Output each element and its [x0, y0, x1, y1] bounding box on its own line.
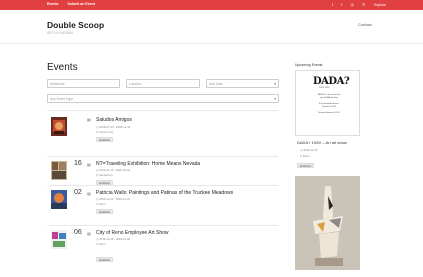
date-select-value: Any Date	[209, 82, 223, 86]
keywords-placeholder: Keywords	[50, 82, 65, 86]
sidebar-event-title[interactable]: DADA? 1920! – An art show	[297, 140, 347, 145]
event-tag[interactable]: Exhibition	[96, 209, 114, 214]
event-date: ◷ 2019-11-16 - 2020-01-04	[96, 168, 131, 172]
calendar-icon: ▦	[87, 117, 91, 122]
top-bar: Events Submit an Event t f ◎ ⚲ Explore	[0, 0, 423, 10]
poster-line: At The Nevada Art Museum	[319, 104, 339, 105]
event-day: 02	[74, 189, 82, 196]
top-nav: Events Submit an Event	[47, 2, 103, 6]
event-poster[interactable]: DADA? 1919-1920 DADA 1919... An art show…	[295, 70, 360, 136]
poster-line: DADA 1919... An art show at the	[317, 95, 341, 96]
nav-submit-event[interactable]: Submit an Event	[67, 2, 94, 6]
event-location: ⚲ Reno	[96, 242, 106, 246]
instagram-icon[interactable]: ◎	[351, 2, 355, 7]
event-date: ◷ 2018-07-03 - 2018-12-31	[96, 125, 131, 129]
event-type-select[interactable]: Any Event Type ▾	[47, 94, 279, 103]
location-placeholder: Location	[129, 82, 142, 86]
event-tag[interactable]: Exhibition	[96, 257, 114, 262]
event-location: ⚲ Henderson	[96, 173, 113, 177]
event-thumbnail[interactable]	[51, 190, 67, 209]
event-title[interactable]: NT=Traveling Exhibition: Home Means Neva…	[96, 161, 200, 167]
event-thumbnail[interactable]	[51, 230, 67, 249]
event-day: 16	[74, 160, 82, 167]
event-location: ⚲ Carson City	[96, 130, 114, 134]
twitter-icon[interactable]: t	[332, 2, 333, 7]
location-input[interactable]: Location	[126, 79, 200, 88]
contact-link[interactable]: Contact	[358, 22, 372, 27]
sidebar-event-location: ⚲ Reno	[300, 154, 310, 158]
event-location: ⚲ Reno	[96, 202, 106, 206]
sidebar-event-tag[interactable]: Exhibition	[297, 163, 315, 168]
poster-line: Reception November 16, 2019	[318, 113, 340, 114]
poster-line: November 16, 2019	[322, 107, 336, 108]
poster-line: spirit of DADA and antiart	[320, 98, 338, 99]
explore-link[interactable]: Explore	[374, 3, 386, 7]
site-tagline: ARTS IN NEVADA	[47, 31, 74, 35]
calendar-icon: ▦	[87, 162, 91, 167]
sidebar-heading: Upcoming Events	[295, 63, 323, 67]
event-date: ◷ 2019-11-06 - 2019-12-06	[96, 237, 131, 241]
social-links: t f ◎ ⚲ Explore	[332, 2, 393, 7]
event-item[interactable]: 06 ▦ City of Reno Employee Art Show ◷ 20…	[47, 225, 278, 277]
event-day: 06	[74, 229, 82, 236]
sidebar-event-date: ◷ 2019-11-23	[300, 148, 318, 152]
site-title[interactable]: Double Scoop	[47, 20, 104, 30]
event-tag[interactable]: Exhibition	[96, 137, 114, 142]
calendar-icon: ▦	[87, 191, 91, 196]
event-title[interactable]: Saludos Amigos	[96, 117, 132, 123]
nav-events[interactable]: Events	[47, 2, 58, 6]
event-type-value: Any Event Type	[50, 97, 74, 101]
poster-logo: DADA?	[313, 76, 350, 87]
event-item[interactable]: ▦ Saludos Amigos ◷ 2018-07-03 - 2018-12-…	[47, 110, 278, 162]
poster-subtitle: 1919-1920	[319, 87, 330, 89]
page-title: Events	[47, 62, 78, 73]
event-thumbnail[interactable]	[51, 161, 67, 180]
event-thumbnail[interactable]	[51, 117, 67, 136]
event-title[interactable]: Patricia Walls: Paintings and Patinas of…	[96, 190, 233, 196]
chevron-down-icon: ▾	[274, 96, 276, 101]
calendar-icon: ▦	[87, 231, 91, 236]
keywords-input[interactable]: Keywords	[47, 79, 120, 88]
date-select[interactable]: Any Date ▾	[206, 79, 279, 88]
sculpture-image[interactable]	[295, 176, 360, 270]
chevron-down-icon: ▾	[274, 81, 276, 86]
facebook-icon[interactable]: f	[341, 2, 342, 7]
event-title[interactable]: City of Reno Employee Art Show	[96, 230, 169, 236]
header-divider	[0, 43, 423, 44]
event-date: ◷ 2019-11-02 - 2019-12-31	[96, 197, 131, 201]
search-icon[interactable]: ⚲	[362, 2, 365, 7]
